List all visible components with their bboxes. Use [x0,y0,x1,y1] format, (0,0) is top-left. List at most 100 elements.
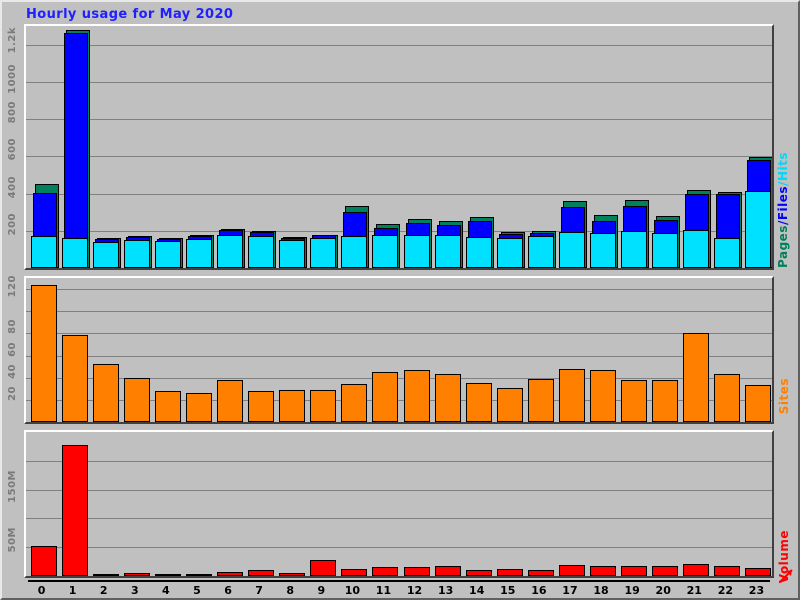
x-tick-label-hour-3: 3 [121,585,149,596]
bar-volume [341,569,367,576]
y-tick-label: 150M [8,470,18,503]
bar-volume [31,546,57,576]
bar-volume [528,570,554,576]
x-tick-label-hour-11: 11 [369,585,397,596]
bar-sites [372,372,398,422]
x-tick-label-hour-16: 16 [525,585,553,596]
bar-sites [279,390,305,422]
bar-sites [683,333,709,422]
side-label-hits: Hits [776,152,790,181]
y-tick-label: 60 [8,342,18,357]
bar-volume [248,570,274,576]
bar-volume [186,574,212,576]
bar-sites [404,370,430,422]
y-tick-label: 200 [8,213,18,235]
x-tick-label-hour-17: 17 [556,585,584,596]
bar-hits [466,237,492,268]
webalizer-chart-image: Hourly usage for May 2020 20040060080010… [0,0,800,600]
bar-hits [124,240,150,268]
side-label-pages: Pages [776,225,790,268]
gridline [26,194,772,195]
y-tick-label: 800 [8,101,18,123]
gridline [26,461,772,462]
x-tick-label-hour-22: 22 [711,585,739,596]
x-tick-label-hour-23: 23 [742,585,770,596]
bar-hits [310,238,336,268]
y-tick-label: 1000 [8,64,18,94]
x-tick-label-hour-9: 9 [307,585,335,596]
bar-volume [497,569,523,576]
gridline [26,356,772,357]
bar-hits [652,233,678,268]
side-label-files: Files [776,186,790,220]
y-tick-label: 40 [8,364,18,379]
bar-hits [559,232,585,268]
x-tick-label-hour-13: 13 [432,585,460,596]
gridline [26,333,772,334]
bar-sites [155,391,181,422]
bar-sites [652,380,678,422]
x-tick-label-hour-0: 0 [28,585,56,596]
bar-volume [435,566,461,576]
plot-area-volume [26,432,772,576]
bar-hits [31,236,57,268]
bar-sites [559,369,585,422]
bar-volume [745,568,771,576]
bar-sites [714,374,740,422]
plot-area-pages-files-hits [26,26,772,268]
y-tick-label: 400 [8,176,18,198]
x-tick-label-hour-10: 10 [338,585,366,596]
side-label-pages-files-hits: Pages/Files/Hits [777,152,789,268]
bar-hits [590,233,616,268]
bar-sites [124,378,150,422]
bar-hits [372,235,398,268]
bar-sites [62,335,88,423]
gridline [26,45,772,46]
panel-pages-files-hits [24,24,774,270]
bar-volume [124,573,150,576]
bar-volume [466,570,492,576]
bar-hits [435,235,461,268]
bar-volume [404,567,430,576]
gridline [26,156,772,157]
x-tick-label-hour-12: 12 [401,585,429,596]
x-tick-label-hour-6: 6 [214,585,242,596]
bar-volume [279,573,305,576]
bar-hits [404,235,430,269]
bar-sites [528,379,554,422]
y-tick-label: 20 [8,386,18,401]
bar-sites [310,390,336,422]
x-tick-label-hour-8: 8 [276,585,304,596]
bar-hits [279,240,305,268]
x-tick-label-hour-18: 18 [587,585,615,596]
bar-hits [621,231,647,268]
bar-sites [217,380,243,422]
bar-volume [652,566,678,576]
x-tick-label-hour-15: 15 [494,585,522,596]
bar-sites [745,385,771,422]
bar-volume [372,567,398,576]
gridline [26,82,772,83]
bar-volume [683,564,709,576]
bar-hits [62,238,88,268]
x-tick-label-hour-20: 20 [649,585,677,596]
side-label-slash-2: / [776,181,790,186]
y-tick-label: 120 [8,275,18,297]
x-tick-label-hour-4: 4 [152,585,180,596]
x-tick-label-hour-2: 2 [90,585,118,596]
bar-volume [217,572,243,576]
gridline [26,119,772,120]
bar-volume [621,566,647,576]
bar-volume [310,560,336,576]
bar-hits [341,236,367,268]
bar-sites [590,370,616,422]
bar-hits [683,230,709,268]
bar-hits [248,236,274,268]
bar-hits [528,236,554,268]
bar-hits [714,238,740,268]
x-tick-label-hour-21: 21 [680,585,708,596]
bar-sites [31,285,57,422]
gridline [26,311,772,312]
y-tick-label: 600 [8,138,18,160]
bar-hits [497,238,523,268]
